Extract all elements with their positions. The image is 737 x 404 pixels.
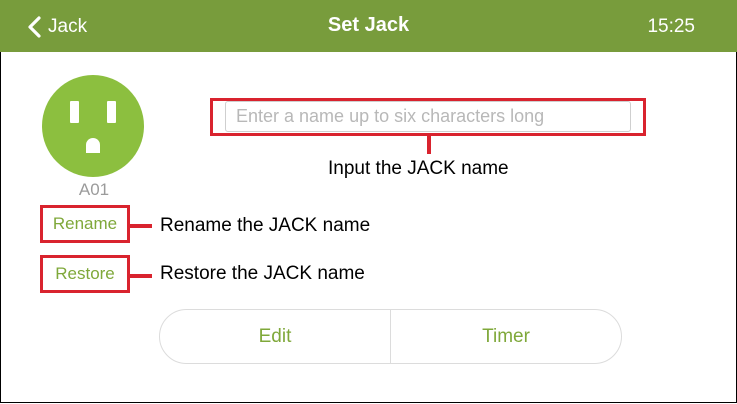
restore-callout-line xyxy=(130,274,152,278)
rename-button[interactable]: Rename xyxy=(40,205,130,243)
timer-button[interactable]: Timer xyxy=(390,310,621,363)
input-annotation: Input the JACK name xyxy=(328,158,509,179)
rename-annotation: Rename the JACK name xyxy=(160,215,371,236)
edit-button[interactable]: Edit xyxy=(160,310,390,363)
restore-button[interactable]: Restore xyxy=(40,255,130,293)
outlet-icon xyxy=(42,75,144,177)
device-id: A01 xyxy=(78,180,110,199)
edit-timer-segmented-control: Edit Timer xyxy=(159,309,622,364)
nav-bar: Jack Set Jack 15:25 xyxy=(0,0,737,52)
status-time: 15:25 xyxy=(647,16,695,37)
input-callout-line xyxy=(427,136,431,154)
rename-callout-line xyxy=(130,224,152,228)
restore-annotation: Restore the JACK name xyxy=(160,263,365,284)
name-input[interactable] xyxy=(225,101,631,132)
page-title: Set Jack xyxy=(327,14,410,36)
